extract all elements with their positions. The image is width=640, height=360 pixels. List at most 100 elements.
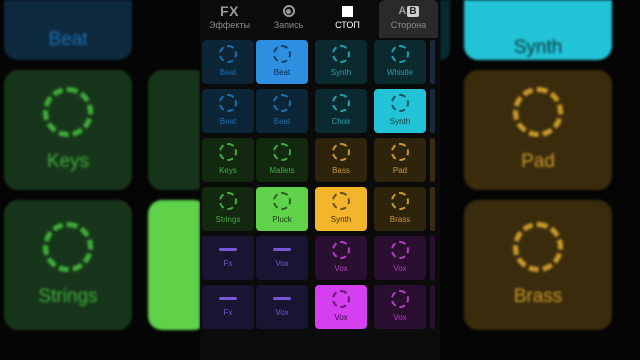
pad-label: Beat: [219, 68, 237, 77]
bg-tile-label: Keys: [46, 151, 90, 172]
pad-label: Vox: [275, 259, 289, 268]
background-blur-left: Beat Keys Strings: [0, 0, 200, 360]
ring-icon: [273, 45, 291, 63]
record-icon: [282, 5, 295, 17]
edge-segment: [430, 187, 435, 231]
bg-tile-label: Synth: [513, 36, 563, 58]
ring-icon: [332, 290, 350, 308]
ring-icon: [391, 45, 409, 63]
pad-synth[interactable]: Synth: [315, 40, 367, 84]
side-label: Сторона: [390, 20, 427, 30]
pad-beat[interactable]: Beat: [256, 40, 308, 84]
ring-icon: [391, 241, 409, 259]
pad-label: Vox: [334, 264, 348, 273]
bg-tile-label: Beat: [48, 29, 88, 50]
ring-icon: [332, 94, 350, 112]
side-ab-icon: A B: [398, 3, 419, 19]
pad-label: Fx: [223, 259, 233, 268]
side-b-glyph: B: [407, 5, 419, 17]
stop-icon: [342, 5, 353, 17]
pad-mallets[interactable]: Mallets: [256, 138, 308, 182]
pad-label: Brass: [389, 215, 411, 224]
background-blur-right: Synth Pad Brass: [440, 0, 640, 360]
pad-fx[interactable]: Fx: [202, 236, 254, 280]
pad-choir[interactable]: Choir: [315, 89, 367, 133]
bg-tile: Keys: [4, 70, 132, 190]
pad-label: Beat: [273, 68, 291, 77]
side-edge-strip: [430, 40, 435, 330]
pad-label: Synth: [330, 68, 352, 77]
stop-button[interactable]: СТОП: [318, 0, 377, 38]
fx-button[interactable]: FX Эффекты: [200, 0, 259, 38]
edge-segment: [430, 138, 435, 182]
bg-tile: Synth: [464, 0, 612, 60]
stop-label: СТОП: [335, 20, 360, 30]
pad-beat[interactable]: Beat: [202, 89, 254, 133]
bg-tile-partial: [148, 200, 200, 330]
fx-icon: FX: [220, 3, 239, 19]
bg-tile: Brass: [464, 200, 612, 330]
side-toggle-button[interactable]: A B Сторона: [379, 0, 438, 38]
bg-tile-label: Brass: [513, 286, 563, 307]
app-stage: Beat Keys Strings Synth Pad Brass FX Эфф…: [0, 0, 640, 360]
pad-label: Bass: [332, 166, 350, 175]
pad-label: Fx: [223, 308, 233, 317]
dash-icon: [219, 297, 237, 300]
bg-tile-partial: [148, 70, 200, 190]
pad-pad[interactable]: Pad: [374, 138, 426, 182]
edge-segment: [430, 236, 435, 280]
pad-synth[interactable]: Synth: [374, 89, 426, 133]
pad-label: Synth: [389, 117, 411, 126]
dash-icon: [273, 297, 291, 300]
pad-vox[interactable]: Vox: [374, 285, 426, 329]
pad-whistle[interactable]: Whistle: [374, 40, 426, 84]
pad-label: Synth: [330, 215, 352, 224]
ring-icon: [391, 143, 409, 161]
pad-vox[interactable]: Vox: [256, 285, 308, 329]
pad-keys[interactable]: Keys: [202, 138, 254, 182]
edge-segment: [430, 285, 435, 329]
pad-synth[interactable]: Synth: [315, 187, 367, 231]
bg-ring-icon: [43, 87, 93, 137]
pad-label: Vox: [393, 264, 407, 273]
ring-icon: [332, 45, 350, 63]
pad-pluck[interactable]: Pluck: [256, 187, 308, 231]
bg-tile: Pad: [464, 70, 612, 190]
edge-segment: [430, 89, 435, 133]
ring-icon: [332, 143, 350, 161]
ring-icon: [219, 192, 237, 210]
dash-icon: [273, 248, 291, 251]
ring-icon: [219, 45, 237, 63]
ring-icon: [273, 143, 291, 161]
edge-segment: [430, 40, 435, 84]
record-button[interactable]: Запись: [259, 0, 318, 38]
pad-label: Strings: [215, 215, 241, 224]
pad-label: Choir: [331, 117, 351, 126]
pad-label: Beat: [219, 117, 237, 126]
ring-icon: [391, 94, 409, 112]
pad-vox[interactable]: Vox: [315, 285, 367, 329]
dash-icon: [219, 248, 237, 251]
pad-bass[interactable]: Bass: [315, 138, 367, 182]
bg-ring-icon: [513, 222, 563, 272]
pad-beat[interactable]: Beat: [202, 40, 254, 84]
ring-icon: [273, 192, 291, 210]
ring-icon: [273, 94, 291, 112]
top-toolbar: FX Эффекты Запись СТОП A B Сторона: [200, 0, 440, 38]
bg-tile-label: Strings: [38, 286, 98, 307]
pad-beat[interactable]: Beat: [256, 89, 308, 133]
pad-label: Vox: [334, 313, 348, 322]
pad-vox[interactable]: Vox: [374, 236, 426, 280]
pad-label: Pad: [392, 166, 408, 175]
pad-fx[interactable]: Fx: [202, 285, 254, 329]
pad-label: Beat: [273, 117, 291, 126]
pad-label: Vox: [275, 308, 289, 317]
pad-brass[interactable]: Brass: [374, 187, 426, 231]
pad-vox[interactable]: Vox: [315, 236, 367, 280]
ring-icon: [219, 143, 237, 161]
pad-vox[interactable]: Vox: [256, 236, 308, 280]
fx-label: Эффекты: [209, 20, 250, 30]
bg-ring-icon: [513, 87, 563, 137]
pad-strings[interactable]: Strings: [202, 187, 254, 231]
pad-label: Keys: [219, 166, 237, 175]
